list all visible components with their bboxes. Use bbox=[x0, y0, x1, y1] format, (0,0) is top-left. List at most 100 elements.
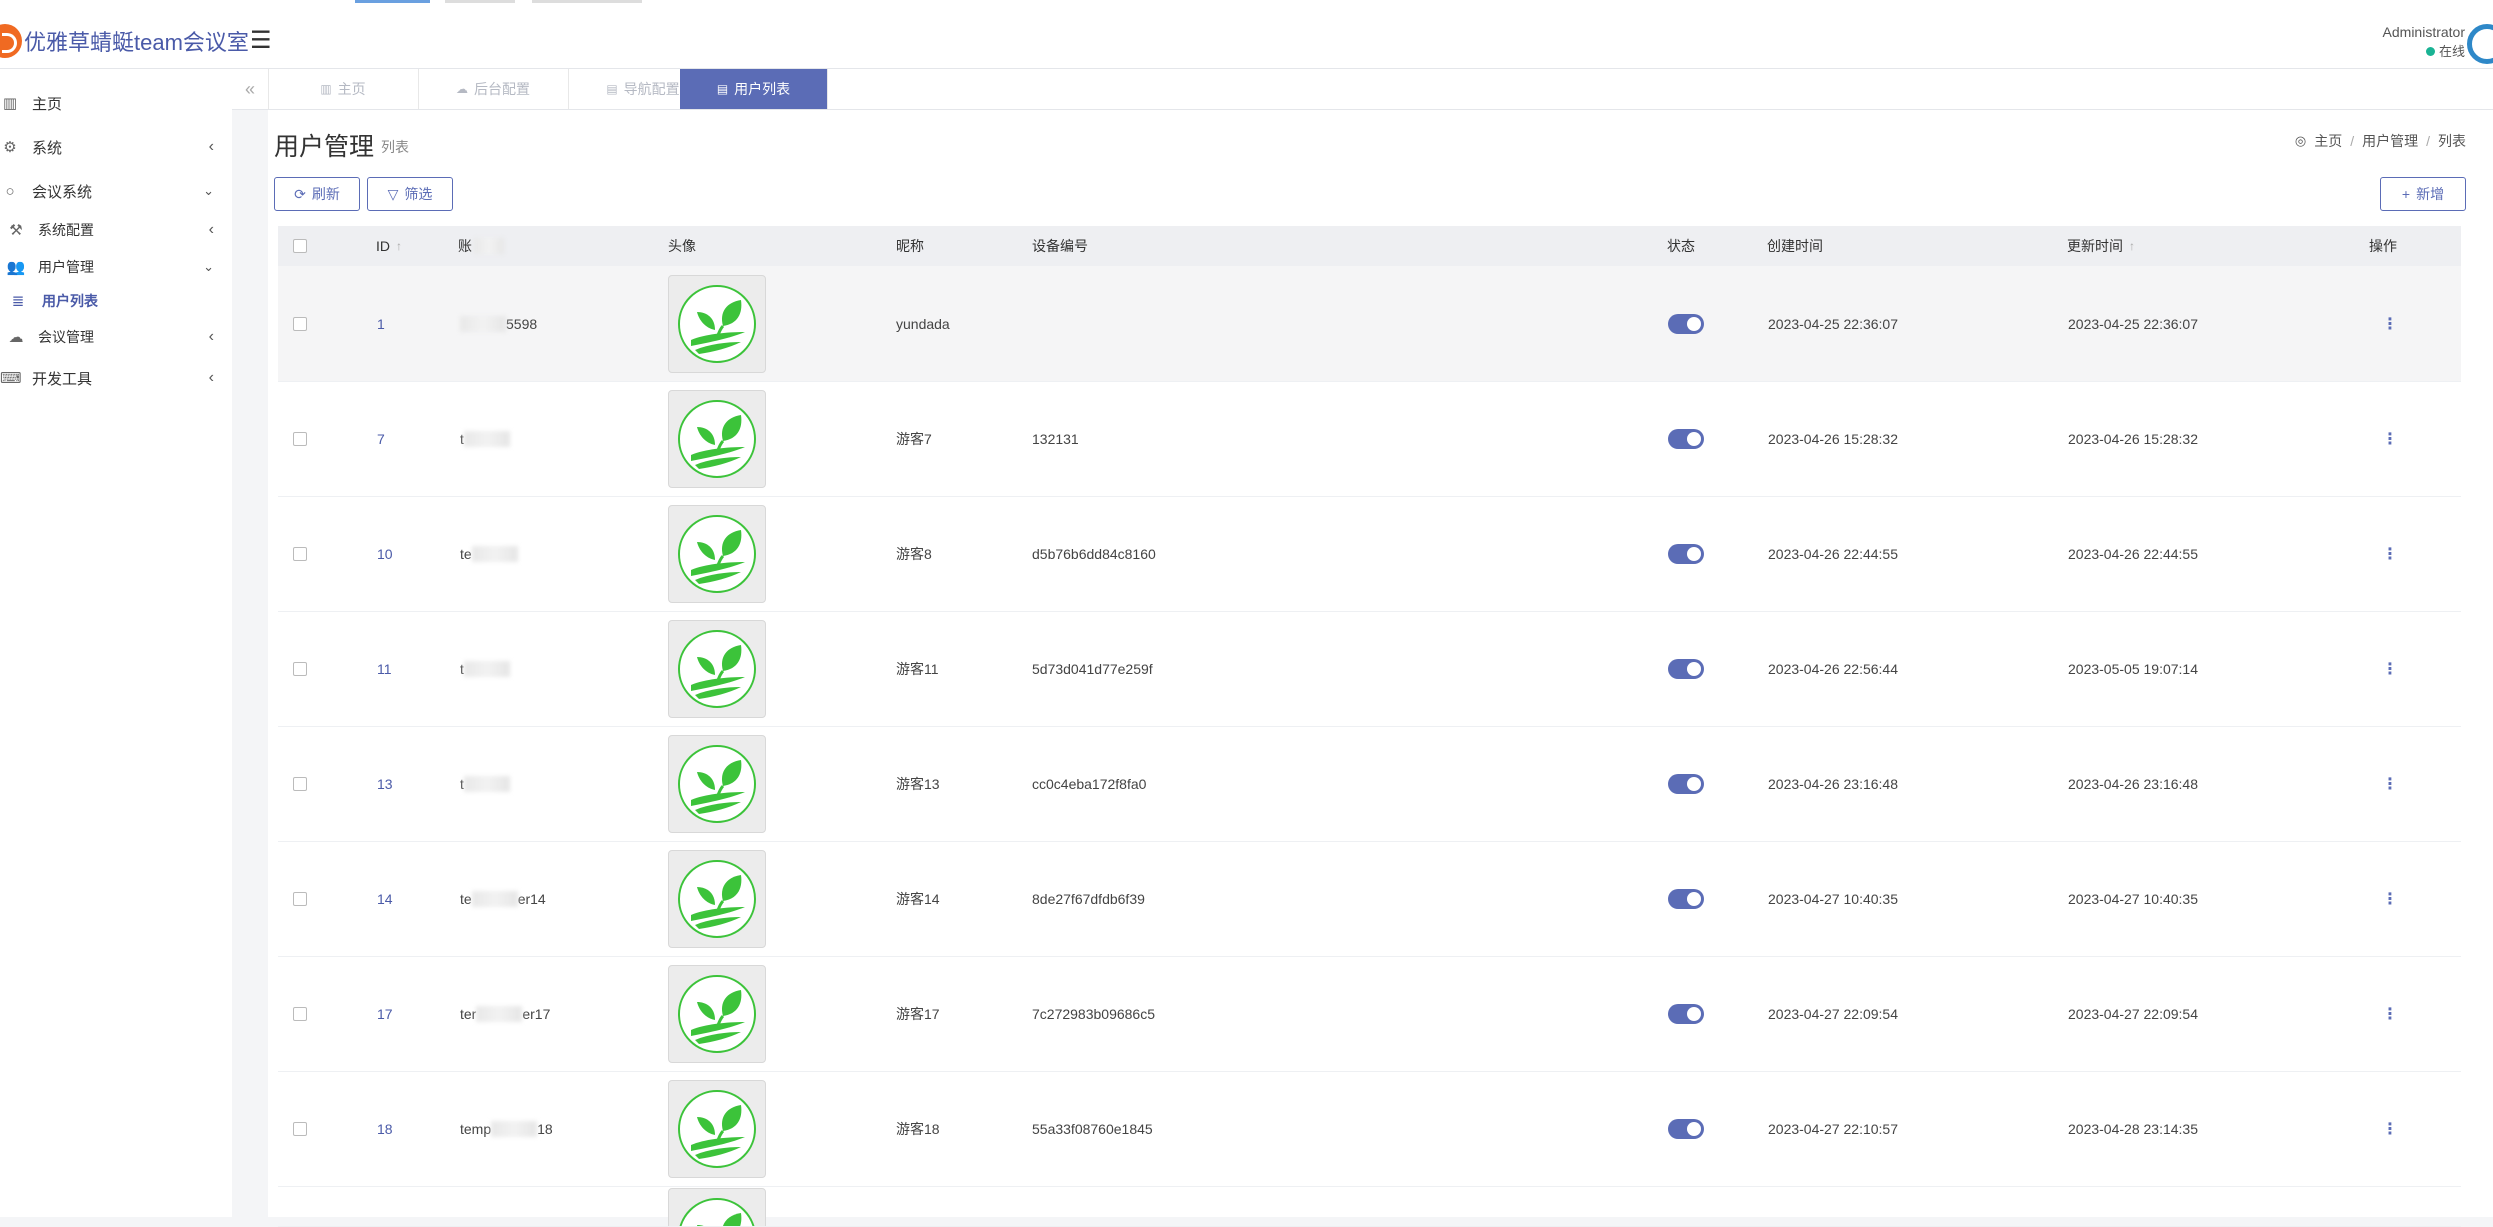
tab-home[interactable]: ▥ 主页 bbox=[268, 69, 419, 109]
more-actions-icon[interactable]: ⋮ bbox=[2382, 841, 2398, 956]
sidebar-item-label: 用户列表 bbox=[42, 293, 98, 309]
status-toggle[interactable] bbox=[1668, 1071, 1704, 1186]
row-nickname: yundada bbox=[896, 315, 950, 332]
row-created: 2023-04-25 22:36:07 bbox=[1768, 315, 1898, 332]
table-row: 10 te 游客8 d5b76b6dd84c8160 2023-04-26 22:44:… bbox=[278, 496, 2461, 612]
menu-toggle-icon[interactable]: ☰ bbox=[250, 26, 272, 55]
blurred-redaction bbox=[471, 545, 518, 562]
user-menu[interactable]: Administrator 在线 bbox=[2383, 22, 2465, 62]
keyboard-icon: ⌨ bbox=[0, 370, 22, 387]
status-toggle[interactable] bbox=[1668, 611, 1704, 726]
leaf-avatar-icon bbox=[668, 964, 766, 1063]
user-name: Administrator bbox=[2382, 24, 2465, 40]
row-id: 18 bbox=[377, 1120, 393, 1137]
row-avatar[interactable] bbox=[668, 611, 766, 726]
table-header: ID ↑ 账 头像 昵称 设备编号 状态 创建时间 更新时间 ↑ 操作 bbox=[278, 226, 2461, 266]
select-all-checkbox[interactable] bbox=[293, 226, 307, 266]
row-avatar[interactable] bbox=[668, 1071, 766, 1186]
row-avatar[interactable] bbox=[668, 956, 766, 1071]
more-actions-icon[interactable]: ⋮ bbox=[2382, 726, 2398, 841]
row-checkbox[interactable] bbox=[293, 1071, 307, 1186]
row-account: te er14 bbox=[460, 890, 546, 907]
sidebar-item-system[interactable]: ⚙ 系统 ‹ bbox=[0, 130, 232, 164]
chevron-left-icon: ‹ bbox=[208, 138, 214, 155]
sidebar-item-home[interactable]: ▥ 主页 bbox=[0, 86, 232, 120]
more-actions-icon[interactable]: ⋮ bbox=[2382, 266, 2398, 381]
sidebar-item-user-list[interactable]: ≣ 用户列表 bbox=[0, 284, 232, 318]
row-created: 2023-04-27 22:10:57 bbox=[1768, 1120, 1898, 1137]
row-updated: 2023-04-26 22:44:55 bbox=[2068, 545, 2198, 562]
status-toggle[interactable] bbox=[1668, 381, 1704, 496]
tab-backend-config[interactable]: ☁ 后台配置 bbox=[418, 69, 569, 109]
breadcrumb-current: 列表 bbox=[2438, 133, 2466, 149]
status-toggle[interactable] bbox=[1668, 841, 1704, 956]
table-row: 7 t 游客7 132131 2023-04-26 15:28:32 2023-04-26… bbox=[278, 381, 2461, 497]
column-header-device: 设备编号 bbox=[1032, 238, 1088, 254]
sidebar-item-dev-tools[interactable]: ⌨ 开发工具 ‹ bbox=[0, 361, 232, 395]
add-button[interactable]: + 新增 bbox=[2380, 177, 2466, 211]
row-nickname: 游客7 bbox=[896, 430, 932, 447]
blurred-redaction bbox=[471, 890, 518, 907]
plus-icon: + bbox=[2401, 186, 2411, 202]
avatar[interactable] bbox=[2467, 24, 2493, 64]
chart-icon: ▥ bbox=[2, 95, 18, 112]
table-row: 18 temp 18 游客18 55a33f08760e1845 2023-04-27 2… bbox=[278, 1071, 2461, 1187]
row-created: 2023-04-26 22:44:55 bbox=[1768, 545, 1898, 562]
user-status: 在线 bbox=[2383, 42, 2465, 62]
row-checkbox[interactable] bbox=[293, 956, 307, 1071]
double-chevron-left-icon[interactable]: « bbox=[232, 69, 269, 109]
sidebar-item-meeting-management[interactable]: ☁ 会议管理 ‹ bbox=[0, 320, 232, 354]
browser-tab-indicator bbox=[445, 0, 515, 3]
page-subtitle: 列表 bbox=[381, 139, 409, 155]
row-checkbox[interactable] bbox=[293, 496, 307, 611]
chevron-left-icon: ‹ bbox=[208, 221, 214, 238]
sidebar-item-label: 系统配置 bbox=[38, 222, 94, 238]
tab-user-list[interactable]: ▤ 用户列表 bbox=[680, 69, 828, 109]
column-header-id[interactable]: ID ↑ bbox=[376, 226, 402, 266]
more-actions-icon[interactable]: ⋮ bbox=[2382, 1071, 2398, 1186]
list-icon: ▤ bbox=[606, 82, 618, 96]
table-row: 14 te er14 游客14 8de27f67dfdb6f39 2023-04-27 1… bbox=[278, 841, 2461, 957]
dashboard-icon: ◎ bbox=[2294, 133, 2307, 148]
refresh-button[interactable]: ⟳ 刷新 bbox=[274, 177, 360, 211]
row-avatar[interactable] bbox=[668, 381, 766, 496]
status-toggle[interactable] bbox=[1668, 496, 1704, 611]
row-avatar[interactable] bbox=[668, 841, 766, 956]
breadcrumb-home[interactable]: 主页 bbox=[2314, 131, 2342, 151]
leaf-avatar-icon bbox=[668, 389, 766, 488]
chevron-left-icon: ‹ bbox=[208, 369, 214, 386]
row-checkbox[interactable] bbox=[293, 266, 307, 381]
row-avatar[interactable] bbox=[668, 496, 766, 611]
status-toggle[interactable] bbox=[1668, 266, 1704, 381]
sidebar-item-user-management[interactable]: 👥 用户管理 ⌄ bbox=[0, 250, 232, 284]
breadcrumb-user-management[interactable]: 用户管理 bbox=[2362, 131, 2418, 151]
app-logo[interactable]: 优雅草蜻蜓team会议室 bbox=[0, 24, 249, 58]
sidebar-item-meeting-system[interactable]: ○ 会议系统 ⌄ bbox=[0, 174, 232, 208]
row-updated: 2023-04-26 15:28:32 bbox=[2068, 430, 2198, 447]
status-toggle[interactable] bbox=[1668, 956, 1704, 1071]
row-avatar[interactable] bbox=[668, 266, 766, 381]
row-account: t bbox=[460, 611, 510, 726]
row-account: t bbox=[460, 726, 510, 841]
blurred-redaction bbox=[476, 1005, 523, 1022]
more-actions-icon[interactable]: ⋮ bbox=[2382, 956, 2398, 1071]
row-id: 7 bbox=[377, 430, 385, 447]
leaf-avatar-icon bbox=[668, 1079, 766, 1178]
row-created: 2023-04-27 10:40:35 bbox=[1768, 890, 1898, 907]
filter-button[interactable]: ▽ 筛选 bbox=[367, 177, 453, 211]
table-row: 13 t 游客13 cc0c4eba172f8fa0 2023-04-26 23:16:… bbox=[278, 726, 2461, 842]
row-avatar[interactable] bbox=[668, 726, 766, 841]
sidebar-item-system-config[interactable]: ⚒ 系统配置 ‹ bbox=[0, 213, 232, 247]
row-checkbox[interactable] bbox=[293, 726, 307, 841]
breadcrumb-separator: / bbox=[2426, 133, 2430, 149]
cloud-icon: ☁ bbox=[456, 82, 468, 96]
more-actions-icon[interactable]: ⋮ bbox=[2382, 381, 2398, 496]
online-dot-icon bbox=[2425, 47, 2435, 56]
more-actions-icon[interactable]: ⋮ bbox=[2382, 496, 2398, 611]
row-checkbox[interactable] bbox=[293, 611, 307, 726]
status-toggle[interactable] bbox=[1668, 726, 1704, 841]
row-checkbox[interactable] bbox=[293, 381, 307, 496]
more-actions-icon[interactable]: ⋮ bbox=[2382, 611, 2398, 726]
row-checkbox[interactable] bbox=[293, 841, 307, 956]
column-header-updated[interactable]: 更新时间 ↑ bbox=[2067, 226, 2135, 266]
